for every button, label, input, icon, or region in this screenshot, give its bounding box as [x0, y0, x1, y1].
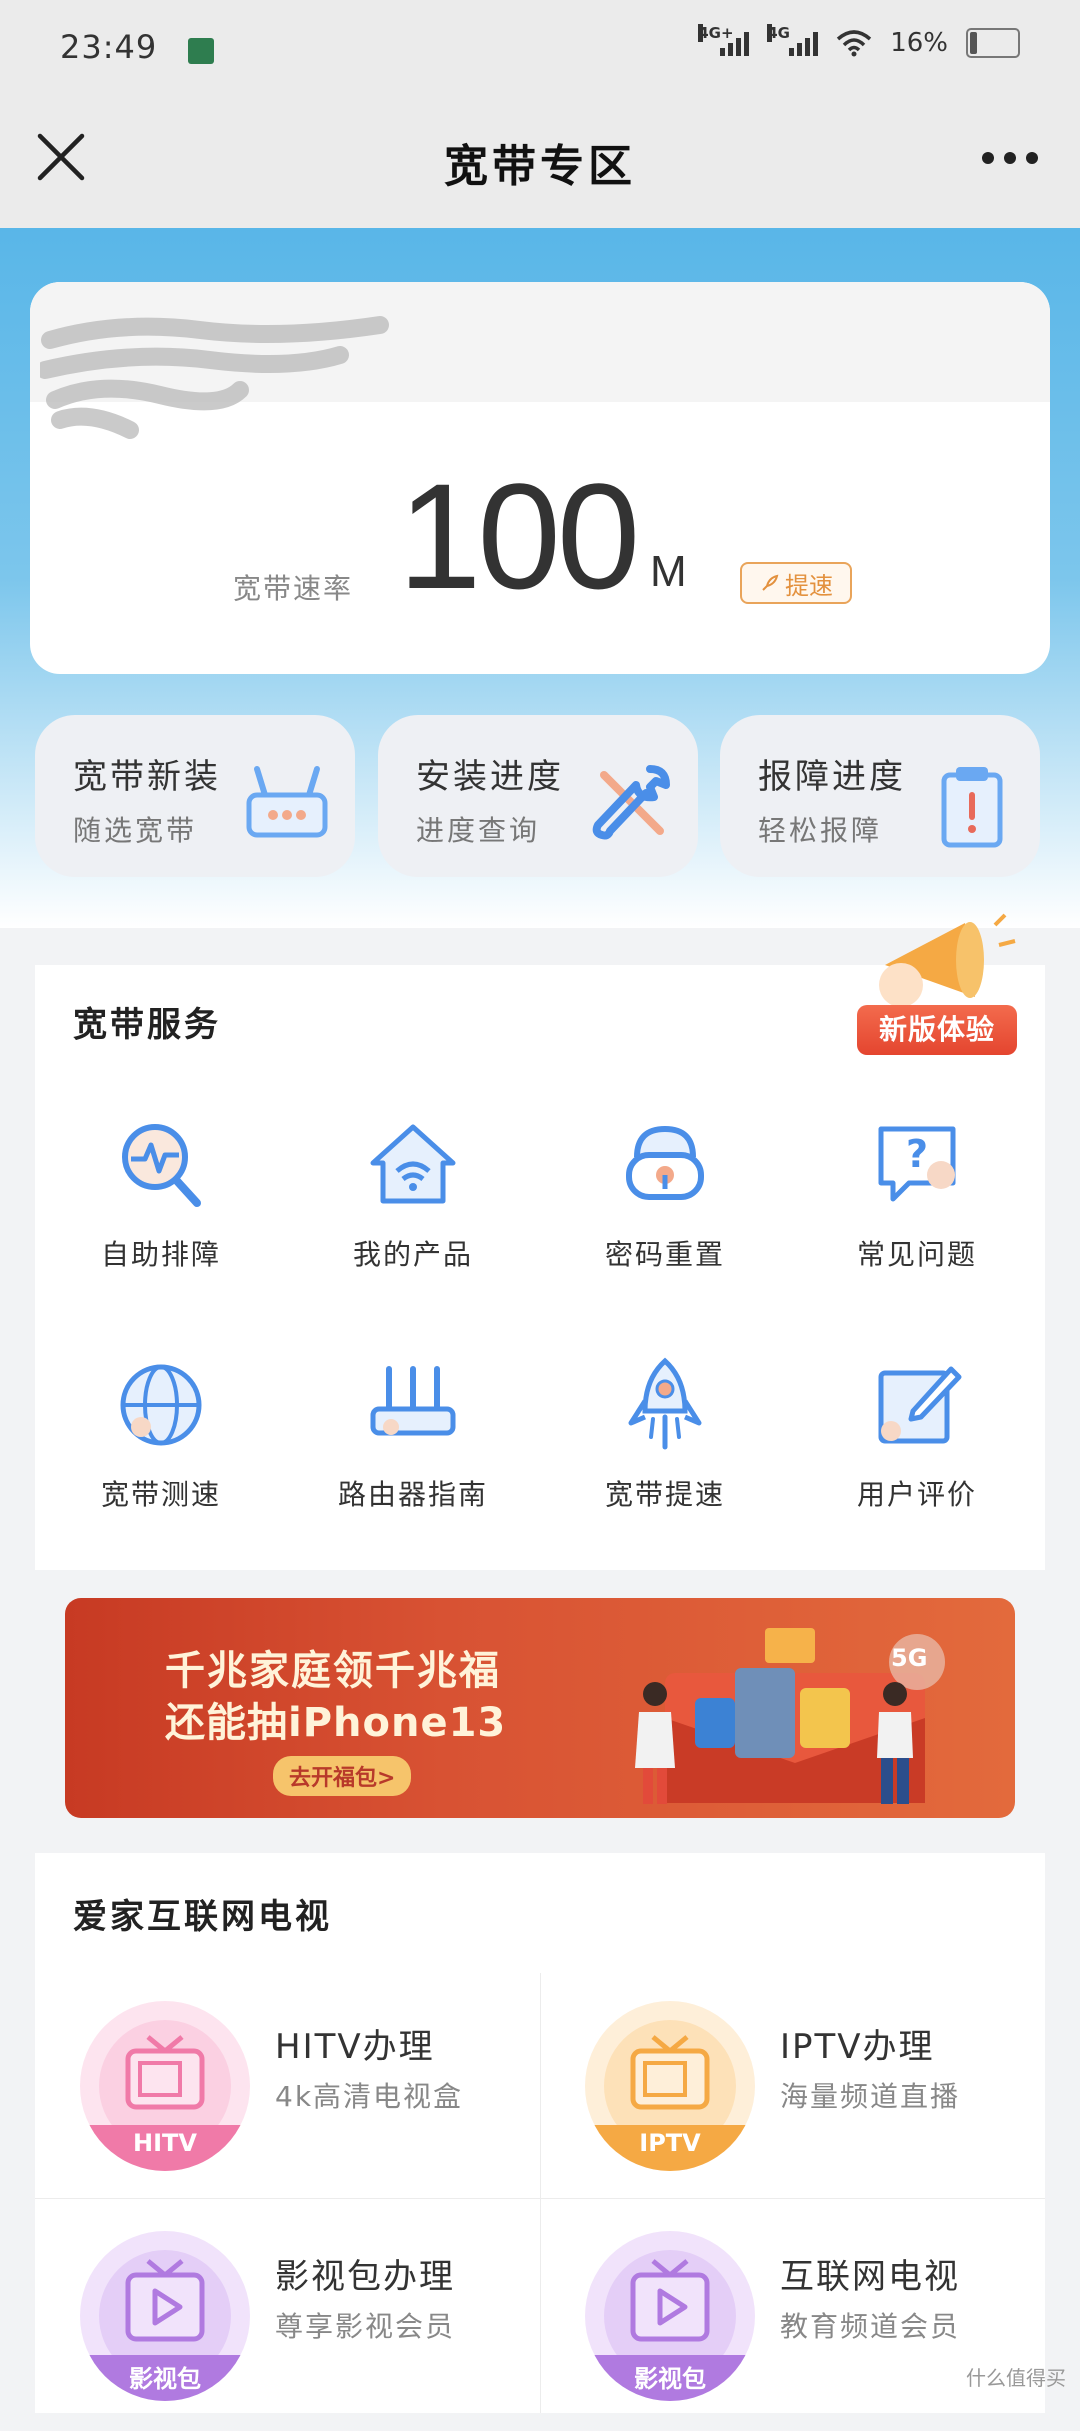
banner-subheadline: 还能抽iPhone13: [165, 1700, 507, 1746]
speed-card: 宽带速率 100 M 提速: [30, 282, 1050, 674]
status-indicators: 4G+ 4G 16%: [698, 24, 1020, 58]
battery-percent: 16%: [890, 28, 948, 58]
redacted-account-scribble: [40, 316, 389, 439]
banner-headline: 千兆家庭领千兆福: [165, 1648, 501, 1694]
faq-icon: ?: [878, 1126, 956, 1202]
quick-card-new-install[interactable]: 宽带新装 随选宽带: [35, 715, 355, 877]
title-bar: 宽带专区: [0, 100, 1080, 228]
video-package-icon: 影视包: [80, 2231, 250, 2401]
quick-card-title: 安装进度: [416, 757, 564, 797]
service-item-label: 密码重置: [604, 1238, 725, 1271]
app-notification-icon: [188, 38, 214, 64]
5g-badge: 5G: [891, 1644, 928, 1672]
internet-tv-section: 爱家互联网电视 HITV HITV办理 4k高清电视盒 IPTV IPTV办理 …: [35, 1853, 1045, 2413]
quick-card-subtitle: 随选宽带: [73, 814, 198, 847]
iptv-icon: IPTV: [585, 2001, 755, 2171]
megaphone-icon: [879, 913, 1016, 1007]
service-item-label: 路由器指南: [337, 1478, 488, 1511]
tv-item-subtitle: 海量频道直播: [780, 2080, 961, 2113]
internet-tv-icon: 影视包: [585, 2231, 755, 2401]
service-item-label: 宽带测速: [100, 1478, 221, 1511]
service-item-self-diagnosis[interactable]: 自助排障: [35, 1115, 287, 1315]
service-item-label: 宽带提速: [604, 1478, 725, 1511]
wrench-screwdriver-icon: [592, 765, 670, 840]
quick-card-title: 宽带新装: [73, 757, 221, 797]
edit-review-icon: [878, 1366, 962, 1444]
section-title: 宽带服务: [73, 1005, 221, 1045]
clipboard-alert-icon: [941, 767, 1003, 848]
promo-banner[interactable]: 千兆家庭领千兆福 还能抽iPhone13 去开福包> 5G: [65, 1598, 1015, 1818]
watermark: 什么值得买: [966, 2366, 1066, 2390]
speedup-button[interactable]: 提速: [740, 562, 852, 604]
tv-tag: HITV: [133, 2129, 197, 2157]
speed-label: 宽带速率: [233, 572, 354, 605]
rocket-icon: [628, 1357, 702, 1450]
router-guide-icon: [370, 1366, 456, 1436]
service-item-label: 用户评价: [856, 1478, 977, 1511]
service-item-router-guide[interactable]: 路由器指南: [287, 1355, 539, 1555]
tv-item-internet-tv[interactable]: 影视包 互联网电视 教育频道会员: [540, 2201, 1045, 2431]
service-item-label: 常见问题: [856, 1238, 977, 1271]
tv-item-hitv[interactable]: HITV HITV办理 4k高清电视盒: [35, 1971, 540, 2201]
woman-figure: [635, 1682, 675, 1804]
lock-reset-icon: [626, 1125, 704, 1200]
quick-card-repair-progress[interactable]: 报障进度 轻松报障: [720, 715, 1040, 877]
status-bar: 23:49 4G+ 4G 16%: [0, 0, 1080, 100]
tv-item-name: 影视包办理: [275, 2257, 455, 2297]
service-item-user-review[interactable]: 用户评价: [791, 1355, 1043, 1555]
service-item-password-reset[interactable]: 密码重置: [539, 1115, 791, 1315]
tv-item-subtitle: 尊享影视会员: [275, 2310, 456, 2343]
new-version-label: 新版体验: [857, 1005, 1017, 1055]
speed-value: 100: [398, 452, 640, 620]
tv-item-name: 互联网电视: [780, 2257, 960, 2297]
quick-card-subtitle: 进度查询: [416, 814, 541, 847]
quick-card-title: 报障进度: [758, 757, 906, 797]
tv-item-iptv[interactable]: IPTV IPTV办理 海量频道直播: [540, 1971, 1045, 2201]
status-time: 23:49: [60, 28, 158, 66]
tv-item-video-package[interactable]: 影视包 影视包办理 尊享影视会员: [35, 2201, 540, 2431]
wifi-icon: [837, 30, 872, 57]
service-item-speed-test[interactable]: 宽带测速: [35, 1355, 287, 1555]
tv-tag: IPTV: [639, 2129, 701, 2157]
tv-item-subtitle: 4k高清电视盒: [275, 2080, 464, 2113]
more-icon[interactable]: [970, 130, 1050, 186]
service-item-my-products[interactable]: 我的产品: [287, 1115, 539, 1315]
service-item-label: 我的产品: [352, 1238, 473, 1271]
tv-tag: 影视包: [129, 2365, 201, 2393]
man-figure: [877, 1682, 913, 1804]
page-title: 宽带专区: [444, 141, 636, 192]
globe-icon: [120, 1364, 202, 1446]
rocket-small-icon: [762, 574, 779, 591]
tv-item-name: IPTV办理: [780, 2027, 935, 2067]
diagnosis-icon: [122, 1124, 201, 1207]
section-title: 爱家互联网电视: [73, 1897, 332, 1937]
speedup-label: 提速: [785, 571, 833, 600]
hitv-icon: HITV: [80, 2001, 250, 2171]
svg-text:?: ?: [906, 1132, 928, 1176]
speed-unit: M: [650, 547, 687, 596]
signal-4g-icon: 4G: [767, 24, 819, 56]
signal-4g-plus-icon: 4G+: [698, 24, 750, 56]
service-item-label: 自助排障: [100, 1238, 221, 1271]
service-item-faq[interactable]: ? 常见问题: [791, 1115, 1043, 1315]
router-icon: [246, 766, 328, 838]
home-wifi-icon: [370, 1124, 456, 1204]
banner-button[interactable]: 去开福包>: [273, 1756, 412, 1796]
quick-card-subtitle: 轻松报障: [758, 814, 883, 847]
quick-card-install-progress[interactable]: 安装进度 进度查询: [378, 715, 698, 877]
tv-tag: 影视包: [634, 2365, 706, 2393]
service-item-speed-up[interactable]: 宽带提速: [539, 1355, 791, 1555]
battery-icon: [966, 28, 1020, 58]
new-version-badge[interactable]: 新版体验: [855, 905, 1025, 1065]
tv-item-subtitle: 教育频道会员: [780, 2310, 961, 2343]
tv-item-name: HITV办理: [275, 2027, 435, 2067]
